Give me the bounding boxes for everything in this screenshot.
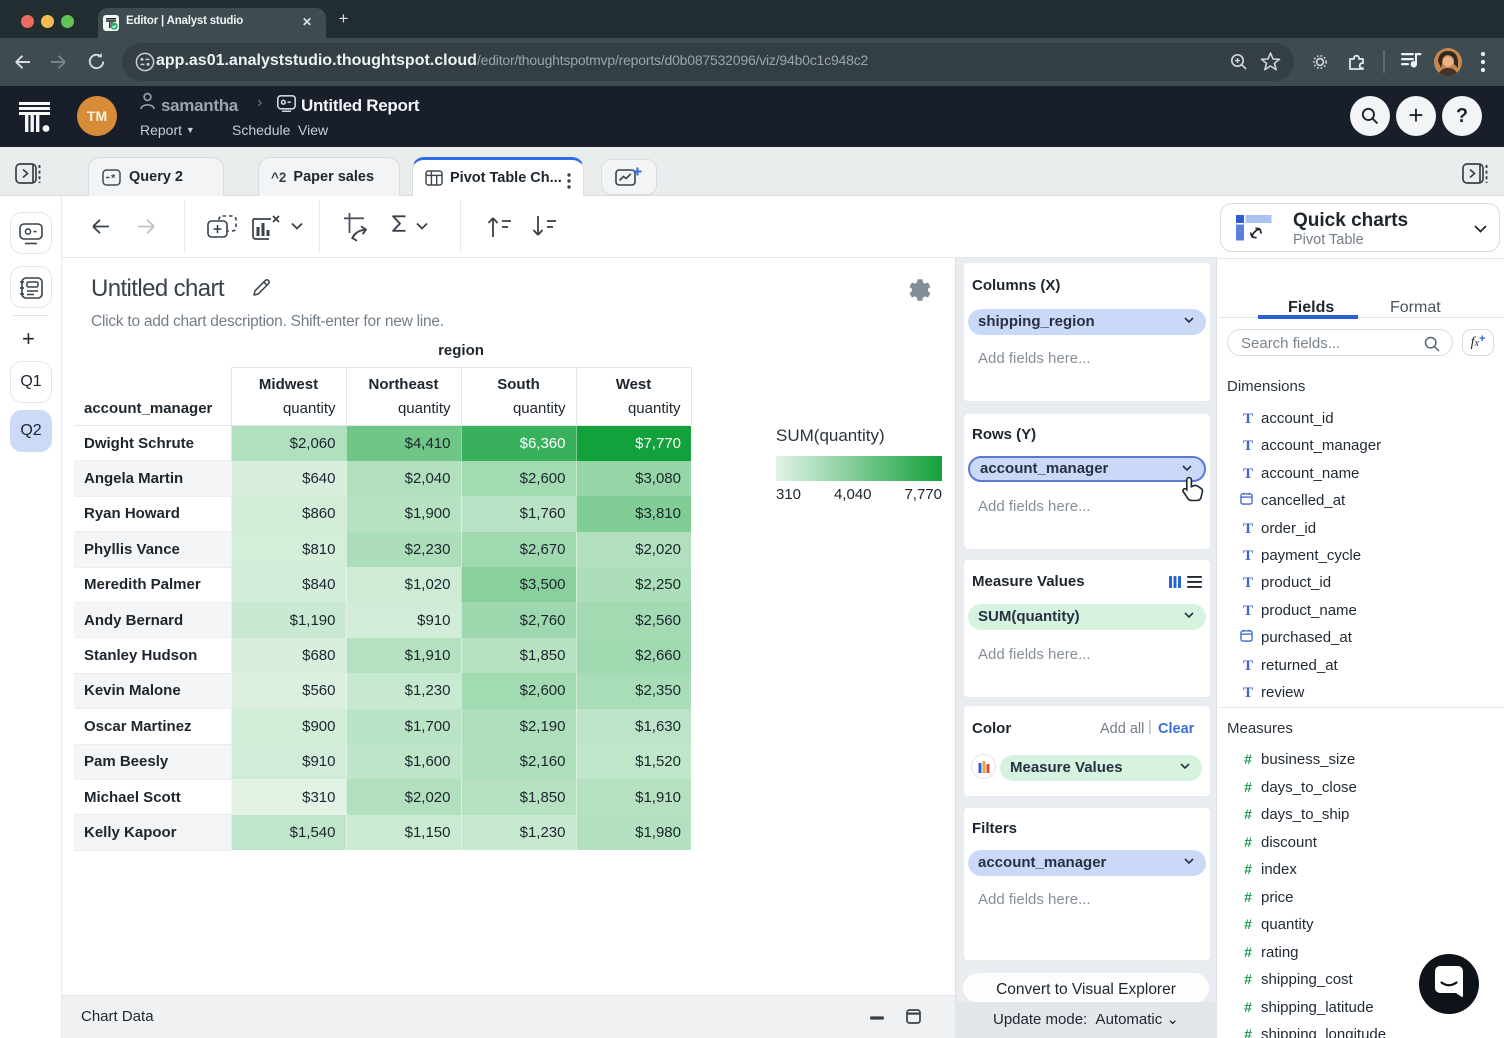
svg-text:*: * — [111, 172, 116, 184]
